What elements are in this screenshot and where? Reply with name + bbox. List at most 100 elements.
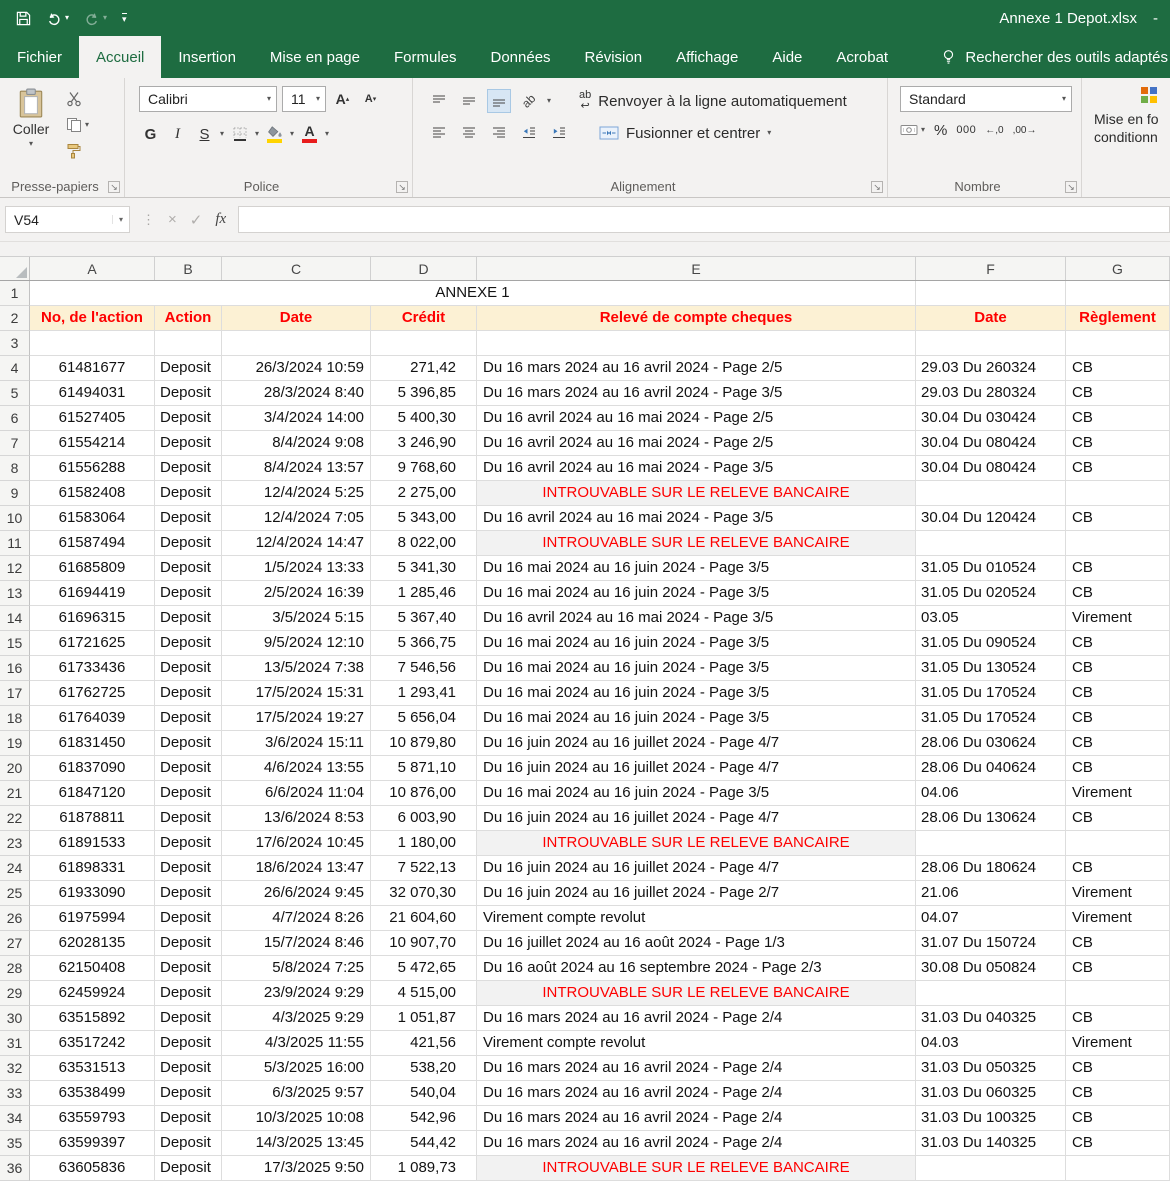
cell[interactable]: 5 341,30 [371,556,477,581]
accounting-dropdown-icon[interactable]: ▾ [921,126,925,134]
cell[interactable]: 4/6/2024 13:55 [222,756,371,781]
cell[interactable]: 61554214 [30,431,155,456]
cell[interactable]: CB [1066,856,1170,881]
cell[interactable]: CB [1066,506,1170,531]
cell[interactable]: CB [1066,806,1170,831]
cell[interactable]: Virement compte revolut [477,906,916,931]
cell[interactable]: 31.03 Du 100325 [916,1106,1066,1131]
cell[interactable]: 26/3/2024 10:59 [222,356,371,381]
cell[interactable]: 62459924 [30,981,155,1006]
cell[interactable] [916,1156,1066,1181]
cell[interactable]: 30.04 Du 120424 [916,506,1066,531]
cell[interactable]: 31.05 Du 130524 [916,656,1066,681]
cell[interactable]: 1/5/2024 13:33 [222,556,371,581]
cell[interactable]: 29.03 Du 260324 [916,356,1066,381]
cell[interactable]: Du 16 mai 2024 au 16 juin 2024 - Page 3/… [477,656,916,681]
cell[interactable]: 4 515,00 [371,981,477,1006]
cell[interactable]: 63517242 [30,1031,155,1056]
cell[interactable]: 61975994 [30,906,155,931]
cell[interactable]: 61933090 [30,881,155,906]
cell[interactable]: Relevé de compte cheques [477,306,916,331]
cell[interactable]: Virement [1066,881,1170,906]
row-header-26[interactable]: 26 [0,906,30,931]
tab-insertion[interactable]: Insertion [161,36,253,78]
align-bottom-button[interactable] [487,89,511,113]
align-top-button[interactable] [427,89,451,113]
cell[interactable]: Du 16 mars 2024 au 16 avril 2024 - Page … [477,1006,916,1031]
cell[interactable]: 61847120 [30,781,155,806]
column-header-E[interactable]: E [477,257,916,280]
row-header-33[interactable]: 33 [0,1081,30,1106]
cell[interactable]: 6/6/2024 11:04 [222,781,371,806]
save-button[interactable] [16,11,31,26]
cell[interactable]: CB [1066,356,1170,381]
cell[interactable]: 28.06 Du 180624 [916,856,1066,881]
cell[interactable]: 21 604,60 [371,906,477,931]
column-header-B[interactable]: B [155,257,222,280]
cell[interactable]: Du 16 août 2024 au 16 septembre 2024 - P… [477,956,916,981]
redo-button[interactable]: ▾ [84,11,107,26]
cell[interactable]: Action [155,306,222,331]
cell[interactable]: 31.03 Du 140325 [916,1131,1066,1156]
cell[interactable]: INTROUVABLE SUR LE RELEVE BANCAIRE [477,481,916,506]
cell[interactable]: Virement [1066,906,1170,931]
name-box-dropdown-icon[interactable]: ▾ [112,215,123,224]
cell[interactable]: 61837090 [30,756,155,781]
cell[interactable]: INTROUVABLE SUR LE RELEVE BANCAIRE [477,981,916,1006]
cell[interactable]: 30.04 Du 080424 [916,456,1066,481]
cell[interactable]: 29.03 Du 280324 [916,381,1066,406]
police-dialog-launcher[interactable]: ↘ [396,181,408,193]
cell[interactable]: 32 070,30 [371,881,477,906]
cell[interactable]: Du 16 mai 2024 au 16 juin 2024 - Page 3/… [477,631,916,656]
cell[interactable]: 61583064 [30,506,155,531]
cell[interactable]: 17/6/2024 10:45 [222,831,371,856]
cell[interactable]: 5/8/2024 7:25 [222,956,371,981]
cell[interactable]: 04.07 [916,906,1066,931]
row-header-10[interactable]: 10 [0,506,30,531]
cell[interactable]: 5/3/2025 16:00 [222,1056,371,1081]
cell[interactable] [1066,481,1170,506]
cell[interactable]: Date [916,306,1066,331]
align-left-button[interactable] [427,121,451,145]
italic-button[interactable]: I [166,121,189,147]
cell[interactable]: 13/5/2024 7:38 [222,656,371,681]
cell[interactable]: 2/5/2024 16:39 [222,581,371,606]
cell[interactable]: CB [1066,1006,1170,1031]
cell[interactable]: 5 366,75 [371,631,477,656]
cell[interactable]: CB [1066,1081,1170,1106]
cell[interactable]: 03.05 [916,606,1066,631]
cell[interactable]: Du 16 mai 2024 au 16 juin 2024 - Page 3/… [477,681,916,706]
cell[interactable]: 61527405 [30,406,155,431]
row-header-19[interactable]: 19 [0,731,30,756]
cell[interactable]: Deposit [155,681,222,706]
cell[interactable]: Date [222,306,371,331]
cell[interactable]: Crédit [371,306,477,331]
cell[interactable]: INTROUVABLE SUR LE RELEVE BANCAIRE [477,1156,916,1181]
cancel-entry-button[interactable]: × [168,211,177,228]
font-size-select[interactable]: 11 ▾ [282,86,326,112]
cell[interactable]: Deposit [155,531,222,556]
cell[interactable]: CB [1066,381,1170,406]
cell[interactable]: 63531513 [30,1056,155,1081]
row-header-34[interactable]: 34 [0,1106,30,1131]
cell[interactable]: 14/3/2025 13:45 [222,1131,371,1156]
cell[interactable]: Deposit [155,1156,222,1181]
number-format-select[interactable]: Standard ▾ [900,86,1072,112]
tab-mise-en-page[interactable]: Mise en page [253,36,377,78]
percent-style-button[interactable]: % [934,122,947,139]
cell[interactable]: CB [1066,956,1170,981]
cell[interactable]: 61762725 [30,681,155,706]
cell[interactable]: 28.06 Du 030624 [916,731,1066,756]
merge-dropdown-icon[interactable]: ▾ [767,129,771,137]
font-color-dropdown-icon[interactable]: ▾ [325,130,329,138]
cell[interactable]: Deposit [155,781,222,806]
cell[interactable] [916,531,1066,556]
cell[interactable]: 5 396,85 [371,381,477,406]
increase-font-size-button[interactable]: A▴ [331,86,354,112]
cell[interactable]: 10/3/2025 10:08 [222,1106,371,1131]
cell[interactable]: 61831450 [30,731,155,756]
conditional-formatting-button[interactable]: Mise en fo conditionn [1084,82,1168,146]
cell[interactable]: 538,20 [371,1056,477,1081]
cell[interactable]: 544,42 [371,1131,477,1156]
cell[interactable]: Deposit [155,856,222,881]
